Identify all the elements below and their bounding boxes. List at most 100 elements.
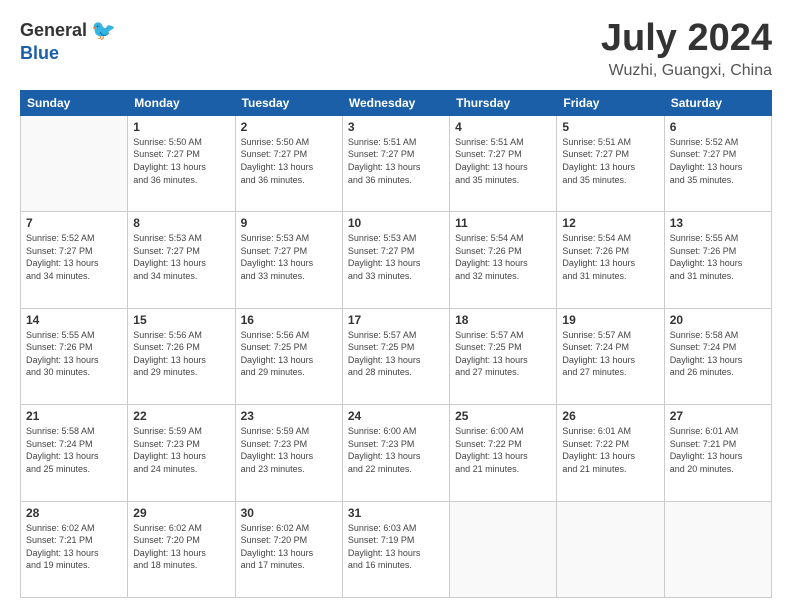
day-number: 23 — [241, 409, 337, 423]
calendar-cell: 19 Sunrise: 5:57 AMSunset: 7:24 PMDayligh… — [557, 308, 664, 404]
calendar-cell: 17 Sunrise: 5:57 AMSunset: 7:25 PMDayligh… — [342, 308, 449, 404]
calendar-cell: 5 Sunrise: 5:51 AMSunset: 7:27 PMDaylight… — [557, 115, 664, 211]
day-info: Sunrise: 5:56 AMSunset: 7:26 PMDaylight:… — [133, 329, 229, 379]
calendar-header-saturday: Saturday — [664, 90, 771, 115]
calendar-header-tuesday: Tuesday — [235, 90, 342, 115]
week-row-4: 21Sunrise: 5:58 AMSunset: 7:24 PMDayligh… — [21, 405, 772, 501]
calendar-header-thursday: Thursday — [450, 90, 557, 115]
calendar-cell: 23 Sunrise: 5:59 AMSunset: 7:23 PMDayligh… — [235, 405, 342, 501]
week-row-1: 1Sunrise: 5:50 AMSunset: 7:27 PMDaylight… — [21, 115, 772, 211]
calendar-cell: 12 Sunrise: 5:54 AMSunset: 7:26 PMDayligh… — [557, 212, 664, 308]
week-row-2: 7 Sunrise: 5:52 AMSunset: 7:27 PMDaylight… — [21, 212, 772, 308]
day-number: 31 — [348, 506, 444, 520]
day-number: 12 — [562, 216, 658, 230]
day-info: Sunrise: 6:00 AMSunset: 7:22 PMDaylight:… — [455, 425, 551, 475]
calendar-cell: 25 Sunrise: 6:00 AMSunset: 7:22 PMDayligh… — [450, 405, 557, 501]
calendar-cell: 22Sunrise: 5:59 AMSunset: 7:23 PMDayligh… — [128, 405, 235, 501]
day-info: Sunrise: 5:54 AMSunset: 7:26 PMDaylight:… — [455, 232, 551, 282]
calendar-cell: 28 Sunrise: 6:02 AMSunset: 7:21 PMDayligh… — [21, 501, 128, 597]
day-info: Sunrise: 6:02 AMSunset: 7:21 PMDaylight:… — [26, 522, 122, 572]
day-info: Sunrise: 5:51 AMSunset: 7:27 PMDaylight:… — [562, 136, 658, 186]
logo-general-text: General — [20, 20, 87, 41]
calendar-cell: 14 Sunrise: 5:55 AMSunset: 7:26 PMDayligh… — [21, 308, 128, 404]
calendar-cell: 27Sunrise: 6:01 AMSunset: 7:21 PMDayligh… — [664, 405, 771, 501]
calendar-cell: 1Sunrise: 5:50 AMSunset: 7:27 PMDaylight… — [128, 115, 235, 211]
day-number: 19 — [562, 313, 658, 327]
calendar-cell: 29Sunrise: 6:02 AMSunset: 7:20 PMDayligh… — [128, 501, 235, 597]
title-section: July 2024 Wuzhi, Guangxi, China — [601, 18, 772, 80]
calendar-cell: 8 Sunrise: 5:53 AMSunset: 7:27 PMDaylight… — [128, 212, 235, 308]
day-info: Sunrise: 5:56 AMSunset: 7:25 PMDaylight:… — [241, 329, 337, 379]
header: General 🐦 Blue July 2024 Wuzhi, Guangxi,… — [20, 18, 772, 80]
day-info: Sunrise: 5:53 AMSunset: 7:27 PMDaylight:… — [348, 232, 444, 282]
day-info: Sunrise: 5:54 AMSunset: 7:26 PMDaylight:… — [562, 232, 658, 282]
day-info: Sunrise: 5:55 AMSunset: 7:26 PMDaylight:… — [26, 329, 122, 379]
day-number: 29 — [133, 506, 229, 520]
calendar-cell: 24 Sunrise: 6:00 AMSunset: 7:23 PMDayligh… — [342, 405, 449, 501]
logo: General 🐦 Blue — [20, 18, 116, 64]
calendar-cell — [450, 501, 557, 597]
calendar-header-monday: Monday — [128, 90, 235, 115]
day-number: 3 — [348, 120, 444, 134]
calendar-cell: 6 Sunrise: 5:52 AMSunset: 7:27 PMDaylight… — [664, 115, 771, 211]
calendar-cell: 2Sunrise: 5:50 AMSunset: 7:27 PMDaylight… — [235, 115, 342, 211]
day-info: Sunrise: 5:59 AMSunset: 7:23 PMDaylight:… — [241, 425, 337, 475]
day-info: Sunrise: 6:03 AMSunset: 7:19 PMDaylight:… — [348, 522, 444, 572]
day-info: Sunrise: 5:50 AMSunset: 7:27 PMDaylight:… — [241, 136, 337, 186]
day-number: 7 — [26, 216, 122, 230]
day-info: Sunrise: 6:00 AMSunset: 7:23 PMDaylight:… — [348, 425, 444, 475]
day-info: Sunrise: 5:50 AMSunset: 7:27 PMDaylight:… — [133, 136, 229, 186]
calendar-cell: 30Sunrise: 6:02 AMSunset: 7:20 PMDayligh… — [235, 501, 342, 597]
calendar-cell — [557, 501, 664, 597]
calendar-cell: 9 Sunrise: 5:53 AMSunset: 7:27 PMDaylight… — [235, 212, 342, 308]
calendar-cell: 20 Sunrise: 5:58 AMSunset: 7:24 PMDayligh… — [664, 308, 771, 404]
day-info: Sunrise: 5:57 AMSunset: 7:24 PMDaylight:… — [562, 329, 658, 379]
day-info: Sunrise: 5:51 AMSunset: 7:27 PMDaylight:… — [348, 136, 444, 186]
day-number: 22 — [133, 409, 229, 423]
calendar-cell: 26 Sunrise: 6:01 AMSunset: 7:22 PMDayligh… — [557, 405, 664, 501]
week-row-5: 28 Sunrise: 6:02 AMSunset: 7:21 PMDayligh… — [21, 501, 772, 597]
calendar-cell: 31 Sunrise: 6:03 AMSunset: 7:19 PMDayligh… — [342, 501, 449, 597]
day-info: Sunrise: 5:55 AMSunset: 7:26 PMDaylight:… — [670, 232, 766, 282]
day-info: Sunrise: 6:01 AMSunset: 7:21 PMDaylight:… — [670, 425, 766, 475]
calendar-cell: 15Sunrise: 5:56 AMSunset: 7:26 PMDayligh… — [128, 308, 235, 404]
calendar-cell: 7 Sunrise: 5:52 AMSunset: 7:27 PMDaylight… — [21, 212, 128, 308]
calendar-header-row: SundayMondayTuesdayWednesdayThursdayFrid… — [21, 90, 772, 115]
calendar-cell: 4 Sunrise: 5:51 AMSunset: 7:27 PMDaylight… — [450, 115, 557, 211]
calendar-cell: 21Sunrise: 5:58 AMSunset: 7:24 PMDayligh… — [21, 405, 128, 501]
calendar-header-wednesday: Wednesday — [342, 90, 449, 115]
calendar-cell: 13Sunrise: 5:55 AMSunset: 7:26 PMDayligh… — [664, 212, 771, 308]
month-title: July 2024 — [601, 18, 772, 60]
day-info: Sunrise: 5:57 AMSunset: 7:25 PMDaylight:… — [455, 329, 551, 379]
day-number: 14 — [26, 313, 122, 327]
calendar-cell — [664, 501, 771, 597]
day-info: Sunrise: 6:01 AMSunset: 7:22 PMDaylight:… — [562, 425, 658, 475]
day-info: Sunrise: 5:53 AMSunset: 7:27 PMDaylight:… — [241, 232, 337, 282]
day-number: 28 — [26, 506, 122, 520]
day-info: Sunrise: 5:58 AMSunset: 7:24 PMDaylight:… — [670, 329, 766, 379]
location: Wuzhi, Guangxi, China — [601, 62, 772, 80]
day-number: 10 — [348, 216, 444, 230]
day-number: 17 — [348, 313, 444, 327]
day-number: 6 — [670, 120, 766, 134]
day-number: 20 — [670, 313, 766, 327]
day-info: Sunrise: 5:57 AMSunset: 7:25 PMDaylight:… — [348, 329, 444, 379]
logo-bird-icon: 🐦 — [91, 18, 116, 43]
calendar-table: SundayMondayTuesdayWednesdayThursdayFrid… — [20, 90, 772, 598]
day-number: 5 — [562, 120, 658, 134]
day-number: 4 — [455, 120, 551, 134]
day-number: 9 — [241, 216, 337, 230]
page: General 🐦 Blue July 2024 Wuzhi, Guangxi,… — [0, 0, 792, 612]
day-info: Sunrise: 5:52 AMSunset: 7:27 PMDaylight:… — [26, 232, 122, 282]
day-number: 25 — [455, 409, 551, 423]
day-info: Sunrise: 5:52 AMSunset: 7:27 PMDaylight:… — [670, 136, 766, 186]
day-info: Sunrise: 5:51 AMSunset: 7:27 PMDaylight:… — [455, 136, 551, 186]
day-number: 24 — [348, 409, 444, 423]
week-row-3: 14 Sunrise: 5:55 AMSunset: 7:26 PMDayligh… — [21, 308, 772, 404]
day-number: 30 — [241, 506, 337, 520]
day-number: 8 — [133, 216, 229, 230]
day-info: Sunrise: 5:53 AMSunset: 7:27 PMDaylight:… — [133, 232, 229, 282]
day-number: 26 — [562, 409, 658, 423]
logo-blue-text: Blue — [20, 43, 59, 63]
calendar-cell: 3 Sunrise: 5:51 AMSunset: 7:27 PMDaylight… — [342, 115, 449, 211]
